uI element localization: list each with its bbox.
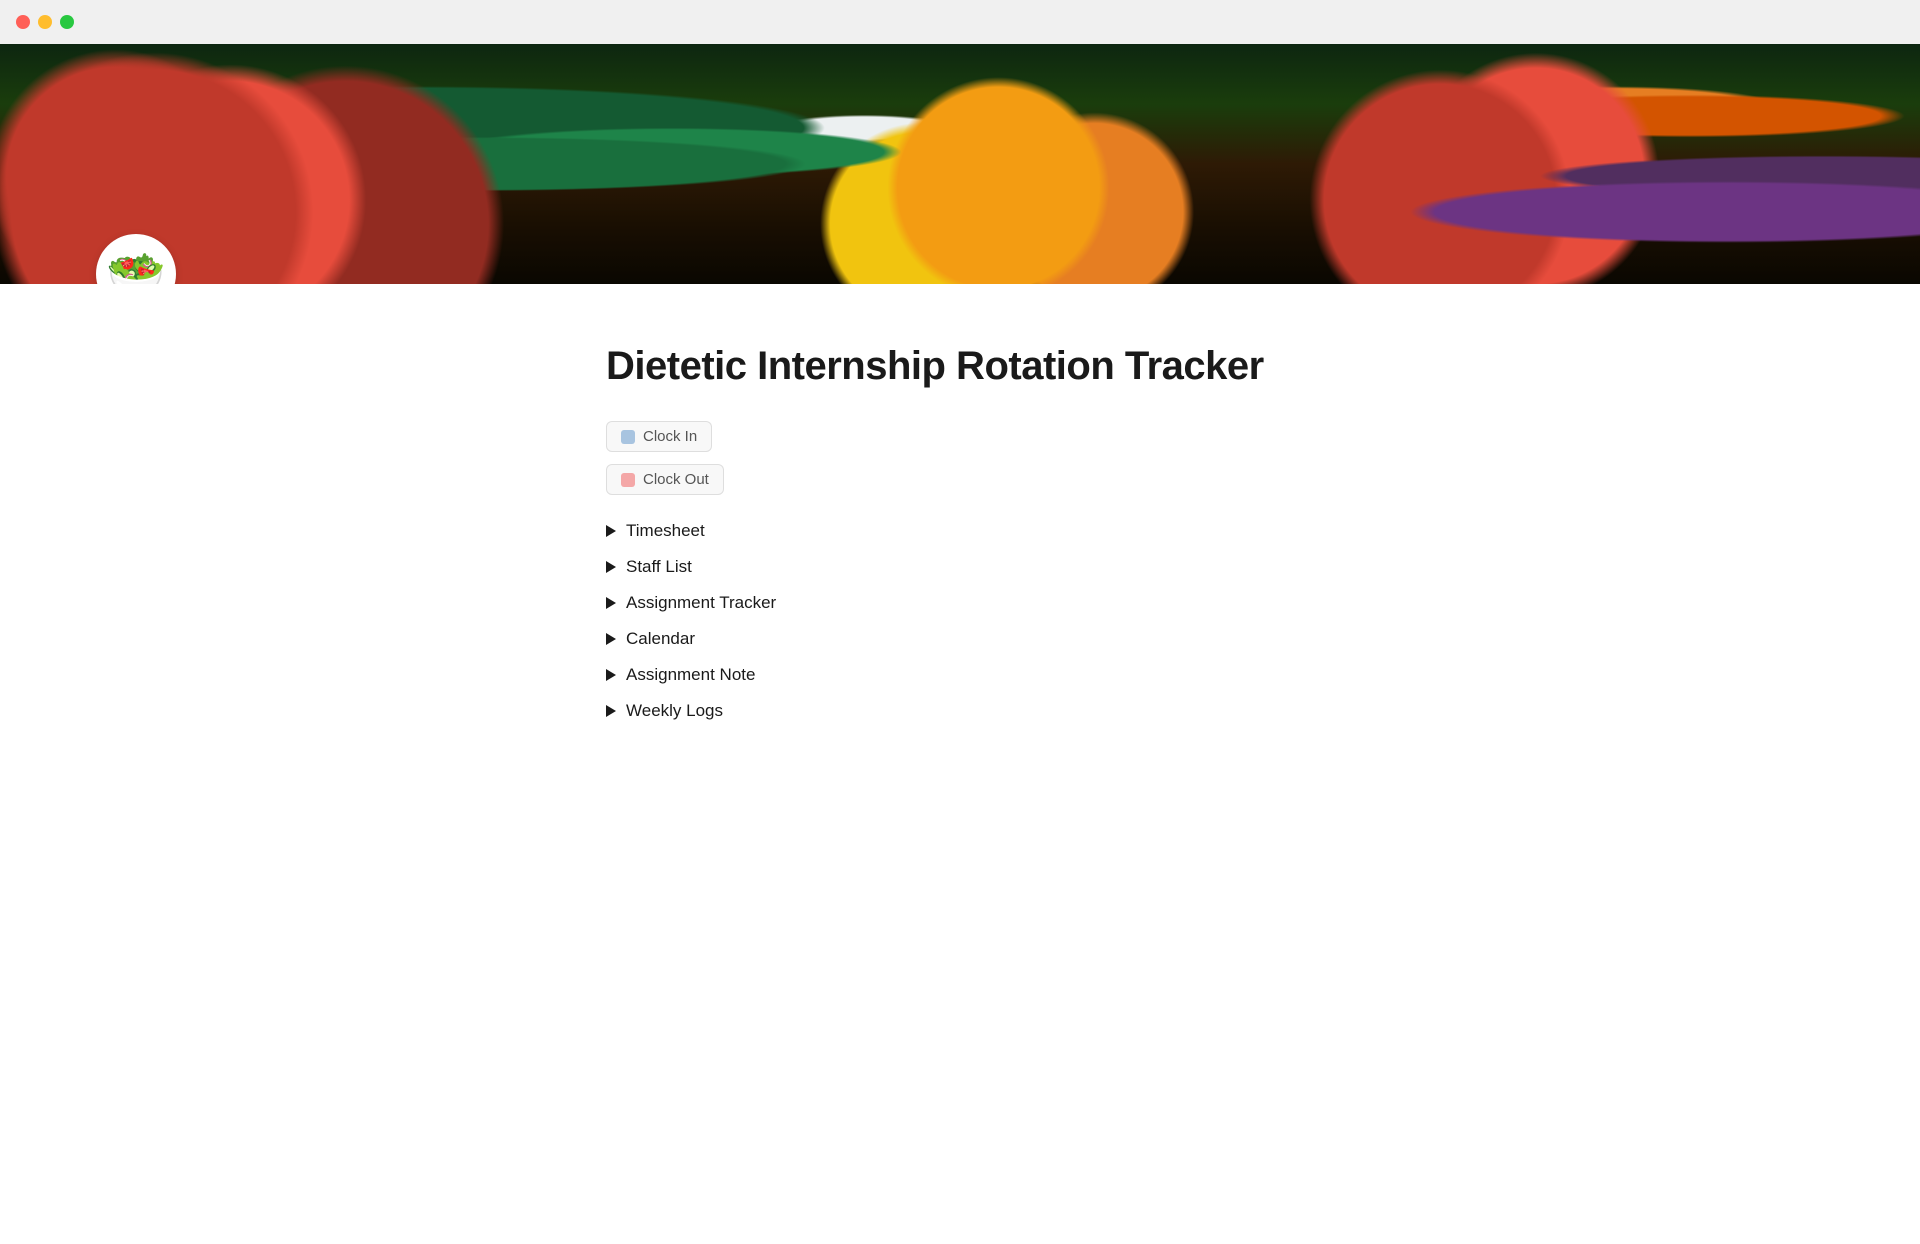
nav-item-timesheet[interactable]: Timesheet bbox=[606, 515, 1314, 547]
clock-in-button[interactable]: Clock In bbox=[606, 421, 712, 452]
content-area: Dietetic Internship Rotation Tracker Clo… bbox=[510, 284, 1410, 807]
nav-label-timesheet: Timesheet bbox=[626, 521, 705, 541]
clock-out-icon bbox=[621, 473, 635, 487]
banner-background bbox=[0, 44, 1920, 284]
page-container: 🥗 Dietetic Internship Rotation Tracker C… bbox=[0, 44, 1920, 807]
triangle-icon bbox=[606, 705, 616, 717]
clock-in-label: Clock In bbox=[643, 428, 697, 445]
clock-in-icon bbox=[621, 430, 635, 444]
triangle-icon bbox=[606, 525, 616, 537]
clock-out-button[interactable]: Clock Out bbox=[606, 464, 724, 495]
nav-label-assignment-tracker: Assignment Tracker bbox=[626, 593, 776, 613]
nav-label-staff-list: Staff List bbox=[626, 557, 692, 577]
triangle-icon bbox=[606, 561, 616, 573]
page-icon-emoji: 🥗 bbox=[106, 246, 166, 285]
clock-out-label: Clock Out bbox=[643, 471, 709, 488]
nav-item-calendar[interactable]: Calendar bbox=[606, 623, 1314, 655]
nav-item-assignment-tracker[interactable]: Assignment Tracker bbox=[606, 587, 1314, 619]
action-buttons: Clock In Clock Out bbox=[606, 421, 1314, 495]
hero-banner: 🥗 bbox=[0, 44, 1920, 284]
nav-list: Timesheet Staff List Assignment Tracker … bbox=[606, 515, 1314, 727]
nav-item-weekly-logs[interactable]: Weekly Logs bbox=[606, 695, 1314, 727]
close-button[interactable] bbox=[16, 15, 30, 29]
triangle-icon bbox=[606, 669, 616, 681]
maximize-button[interactable] bbox=[60, 15, 74, 29]
nav-label-weekly-logs: Weekly Logs bbox=[626, 701, 723, 721]
triangle-icon bbox=[606, 597, 616, 609]
nav-label-assignment-note: Assignment Note bbox=[626, 665, 755, 685]
nav-item-assignment-note[interactable]: Assignment Note bbox=[606, 659, 1314, 691]
minimize-button[interactable] bbox=[38, 15, 52, 29]
nav-item-staff-list[interactable]: Staff List bbox=[606, 551, 1314, 583]
triangle-icon bbox=[606, 633, 616, 645]
title-bar bbox=[0, 0, 1920, 44]
nav-label-calendar: Calendar bbox=[626, 629, 695, 649]
page-title: Dietetic Internship Rotation Tracker bbox=[606, 344, 1314, 389]
